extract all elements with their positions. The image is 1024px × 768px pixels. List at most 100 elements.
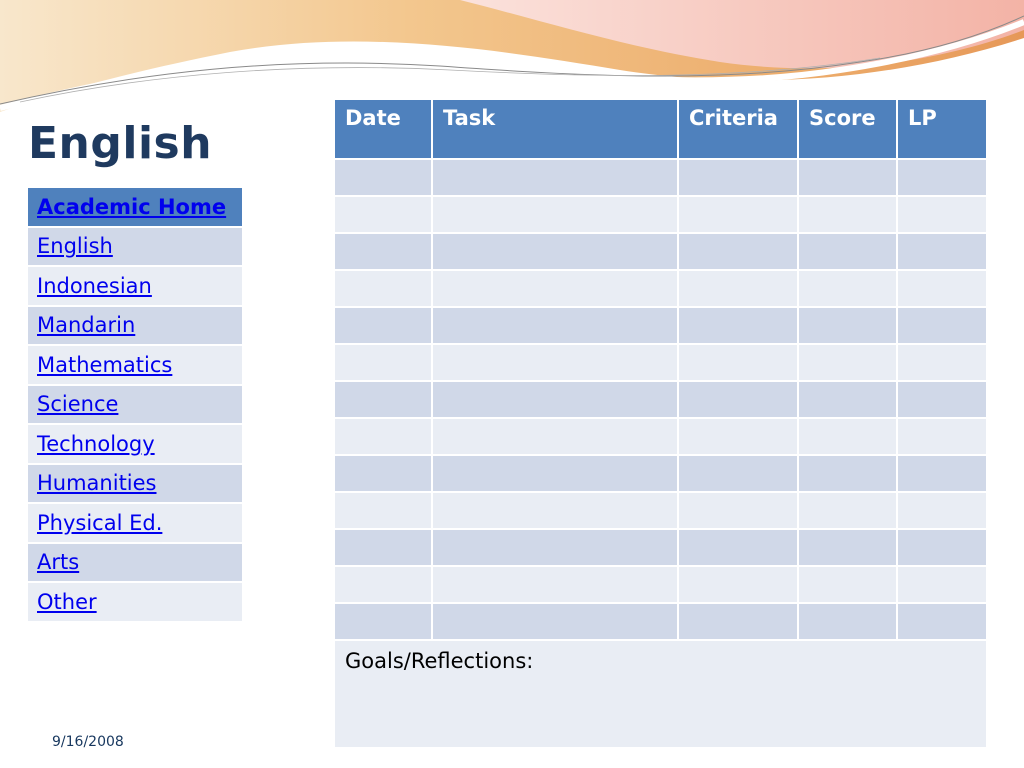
nav-cell: Other — [26, 581, 244, 623]
table-cell-lp[interactable] — [896, 528, 988, 567]
table-cell-score[interactable] — [797, 565, 898, 604]
goals-reflections-label: Goals/Reflections: — [345, 649, 534, 673]
table-cell-lp[interactable] — [896, 269, 988, 308]
table-row — [333, 269, 988, 308]
table-row — [333, 491, 988, 530]
table-cell-score[interactable] — [797, 343, 898, 382]
nav-row: Technology — [26, 423, 244, 465]
table-cell-criteria[interactable] — [677, 417, 799, 456]
table-row — [333, 565, 988, 604]
table-row — [333, 417, 988, 456]
column-header-date: Date — [333, 98, 433, 160]
table-cell-score[interactable] — [797, 158, 898, 197]
column-header-criteria: Criteria — [677, 98, 799, 160]
nav-row: Academic Home — [26, 186, 244, 228]
table-cell-lp[interactable] — [896, 306, 988, 345]
table-cell-task[interactable] — [431, 602, 679, 641]
table-cell-criteria[interactable] — [677, 232, 799, 271]
table-cell-task[interactable] — [431, 158, 679, 197]
table-cell-score[interactable] — [797, 417, 898, 456]
column-header-score: Score — [797, 98, 898, 160]
table-cell-task[interactable] — [431, 269, 679, 308]
table-cell-date[interactable] — [333, 380, 433, 419]
table-cell-lp[interactable] — [896, 380, 988, 419]
table-cell-date[interactable] — [333, 565, 433, 604]
nav-link-other[interactable]: Other — [37, 590, 97, 614]
table-cell-criteria[interactable] — [677, 158, 799, 197]
table-cell-date[interactable] — [333, 454, 433, 493]
nav-link-mathematics[interactable]: Mathematics — [37, 353, 172, 377]
table-cell-lp[interactable] — [896, 195, 988, 234]
table-cell-score[interactable] — [797, 232, 898, 271]
nav-link-humanities[interactable]: Humanities — [37, 471, 157, 495]
nav-link-arts[interactable]: Arts — [37, 550, 79, 574]
table-cell-date[interactable] — [333, 158, 433, 197]
nav-cell: Mathematics — [26, 344, 244, 386]
table-cell-criteria[interactable] — [677, 269, 799, 308]
table-cell-lp[interactable] — [896, 491, 988, 530]
table-header-row: Date Task Criteria Score LP — [333, 98, 988, 160]
table-cell-task[interactable] — [431, 454, 679, 493]
table-row — [333, 195, 988, 234]
table-cell-score[interactable] — [797, 269, 898, 308]
table-cell-date[interactable] — [333, 602, 433, 641]
table-cell-lp[interactable] — [896, 602, 988, 641]
table-cell-score[interactable] — [797, 528, 898, 567]
table-cell-criteria[interactable] — [677, 343, 799, 382]
table-cell-date[interactable] — [333, 343, 433, 382]
table-cell-date[interactable] — [333, 232, 433, 271]
table-cell-task[interactable] — [431, 306, 679, 345]
nav-row: Mandarin — [26, 304, 244, 346]
table-cell-criteria[interactable] — [677, 454, 799, 493]
table-cell-date[interactable] — [333, 417, 433, 456]
nav-cell: Humanities — [26, 462, 244, 504]
table-cell-date[interactable] — [333, 195, 433, 234]
table-row — [333, 158, 988, 197]
table-cell-score[interactable] — [797, 491, 898, 530]
table-cell-task[interactable] — [431, 232, 679, 271]
table-cell-lp[interactable] — [896, 343, 988, 382]
table-cell-task[interactable] — [431, 565, 679, 604]
table-cell-lp[interactable] — [896, 454, 988, 493]
nav-link-technology[interactable]: Technology — [37, 432, 155, 456]
table-cell-task[interactable] — [431, 343, 679, 382]
table-cell-date[interactable] — [333, 269, 433, 308]
table-cell-score[interactable] — [797, 380, 898, 419]
nav-row: Mathematics — [26, 344, 244, 386]
table-cell-lp[interactable] — [896, 232, 988, 271]
table-cell-score[interactable] — [797, 306, 898, 345]
table-cell-task[interactable] — [431, 380, 679, 419]
nav-cell: Science — [26, 383, 244, 425]
table-row — [333, 343, 988, 382]
table-cell-score[interactable] — [797, 602, 898, 641]
table-cell-date[interactable] — [333, 306, 433, 345]
table-cell-score[interactable] — [797, 454, 898, 493]
table-cell-task[interactable] — [431, 491, 679, 530]
table-cell-date[interactable] — [333, 528, 433, 567]
table-cell-criteria[interactable] — [677, 602, 799, 641]
table-cell-criteria[interactable] — [677, 306, 799, 345]
table-cell-criteria[interactable] — [677, 565, 799, 604]
table-cell-criteria[interactable] — [677, 491, 799, 530]
table-cell-criteria[interactable] — [677, 195, 799, 234]
goals-reflections-cell[interactable]: Goals/Reflections: — [333, 639, 988, 749]
table-cell-date[interactable] — [333, 491, 433, 530]
table-cell-lp[interactable] — [896, 565, 988, 604]
subject-nav: Academic Home English Indonesian Mandarin Ma… — [26, 186, 244, 623]
table-cell-task[interactable] — [431, 417, 679, 456]
nav-link-science[interactable]: Science — [37, 392, 118, 416]
table-cell-score[interactable] — [797, 195, 898, 234]
nav-link-indonesian[interactable]: Indonesian — [37, 274, 152, 298]
table-cell-criteria[interactable] — [677, 380, 799, 419]
table-row — [333, 380, 988, 419]
table-cell-lp[interactable] — [896, 417, 988, 456]
nav-link-academic-home[interactable]: Academic Home — [37, 195, 226, 219]
nav-link-english[interactable]: English — [37, 234, 113, 258]
nav-link-physical-ed[interactable]: Physical Ed. — [37, 511, 162, 535]
nav-link-mandarin[interactable]: Mandarin — [37, 313, 135, 337]
table-cell-task[interactable] — [431, 195, 679, 234]
table-cell-task[interactable] — [431, 528, 679, 567]
nav-row: Humanities — [26, 462, 244, 504]
table-cell-criteria[interactable] — [677, 528, 799, 567]
table-cell-lp[interactable] — [896, 158, 988, 197]
